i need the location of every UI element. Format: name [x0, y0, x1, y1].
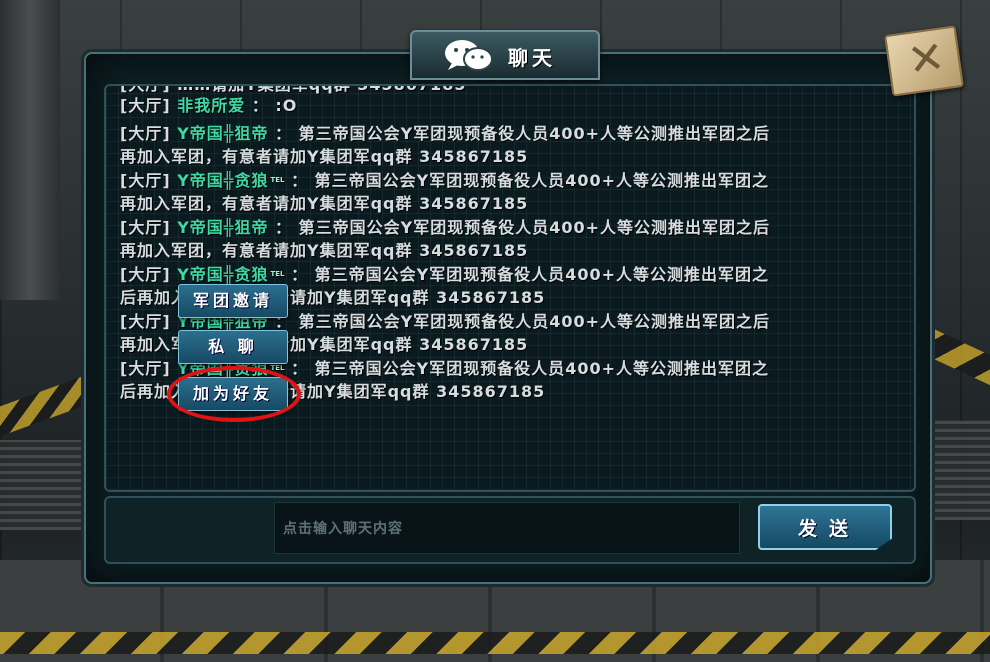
chat-message: [大厅] Y帝国╬贪狼 TEL ： 第三帝国公会Y军团现预备役人员400+人等公测… [120, 169, 900, 215]
channel-tag: [大厅] [120, 124, 171, 143]
channel-tag: [大厅] [120, 265, 171, 284]
message-text-cont: 再加入军团，有意者请加Y集团军qq群 345867185 [120, 147, 529, 166]
channel-tag: [大厅] [120, 171, 171, 190]
message-text: :O [275, 96, 298, 115]
sender-name[interactable]: Y帝国╬狙帝 [177, 218, 268, 237]
menu-item-private-chat[interactable]: 私 聊 [178, 330, 288, 364]
tel-badge: TEL [270, 270, 285, 278]
wechat-icon [445, 40, 493, 71]
chat-message: [大厅] Y帝国╬狙帝 ： 第三帝国公会Y军团现预备役人员400+人等公测推出军… [120, 216, 900, 262]
window-title: 聊天 [508, 46, 556, 70]
message-text: 第三帝国公会Y军团现预备役人员400+人等公测推出军团之 [314, 359, 770, 378]
sender-name[interactable]: 非我所爱 [177, 96, 245, 115]
separator: ： [251, 96, 269, 115]
highlight-circle [167, 366, 301, 422]
message-text: 第三帝国公会Y军团现预备役人员400+人等公测推出军团之后 [298, 218, 771, 237]
tel-badge: TEL [270, 176, 285, 184]
send-button[interactable]: 发送 [758, 504, 892, 550]
message-text: 第三帝国公会Y军团现预备役人员400+人等公测推出军团之后 [298, 312, 771, 331]
background-hazard-stripe-bottom [0, 632, 990, 654]
channel-tag: [大厅] [120, 218, 171, 237]
channel-tag: [大厅] [120, 312, 171, 331]
background-grate-right [930, 420, 990, 520]
background-pillar [0, 0, 60, 300]
background-hazard-stripe-right [925, 324, 990, 386]
separator: ： [291, 171, 309, 190]
channel-tag: [大厅] [120, 96, 171, 115]
chat-message: [大厅] 非我所爱 ： :O [120, 94, 900, 117]
close-button[interactable]: ✕ [884, 25, 964, 97]
message-text-cont: 再加入军团，有意者请加Y集团军qq群 345867185 [120, 194, 529, 213]
message-text: 第三帝国公会Y军团现预备役人员400+人等公测推出军团之 [314, 171, 770, 190]
menu-item-legion-invite[interactable]: 军团邀请 [178, 284, 288, 318]
separator: ： [275, 218, 293, 237]
channel-tag: [大厅] [120, 359, 171, 378]
separator: ： [291, 265, 309, 284]
message-text-cont: 再加入军团，有意者请加Y集团军qq群 345867185 [120, 241, 529, 260]
message-text: [大厅] ……请加Y集团军qq群 345867185 [120, 84, 467, 94]
separator: ： [275, 124, 293, 143]
background-hazard-stripe-left [0, 373, 90, 437]
sender-name[interactable]: Y帝国╬狙帝 [177, 124, 268, 143]
background-grate-left [0, 440, 85, 530]
chat-input-field[interactable]: 点击输入聊天内容 [274, 502, 740, 554]
close-icon: ✕ [904, 31, 949, 87]
sender-name[interactable]: Y帝国╬贪狼 [177, 265, 268, 284]
separator: ： [291, 359, 309, 378]
chat-message: [大厅] Y帝国╬狙帝 ： 第三帝国公会Y军团现预备役人员400+人等公测推出军… [120, 122, 900, 168]
title-tab: 聊天 [410, 30, 600, 80]
sender-name[interactable]: Y帝国╬贪狼 [177, 171, 268, 190]
message-text: 第三帝国公会Y军团现预备役人员400+人等公测推出军团之后 [298, 124, 771, 143]
message-text: 第三帝国公会Y军团现预备役人员400+人等公测推出军团之 [314, 265, 770, 284]
